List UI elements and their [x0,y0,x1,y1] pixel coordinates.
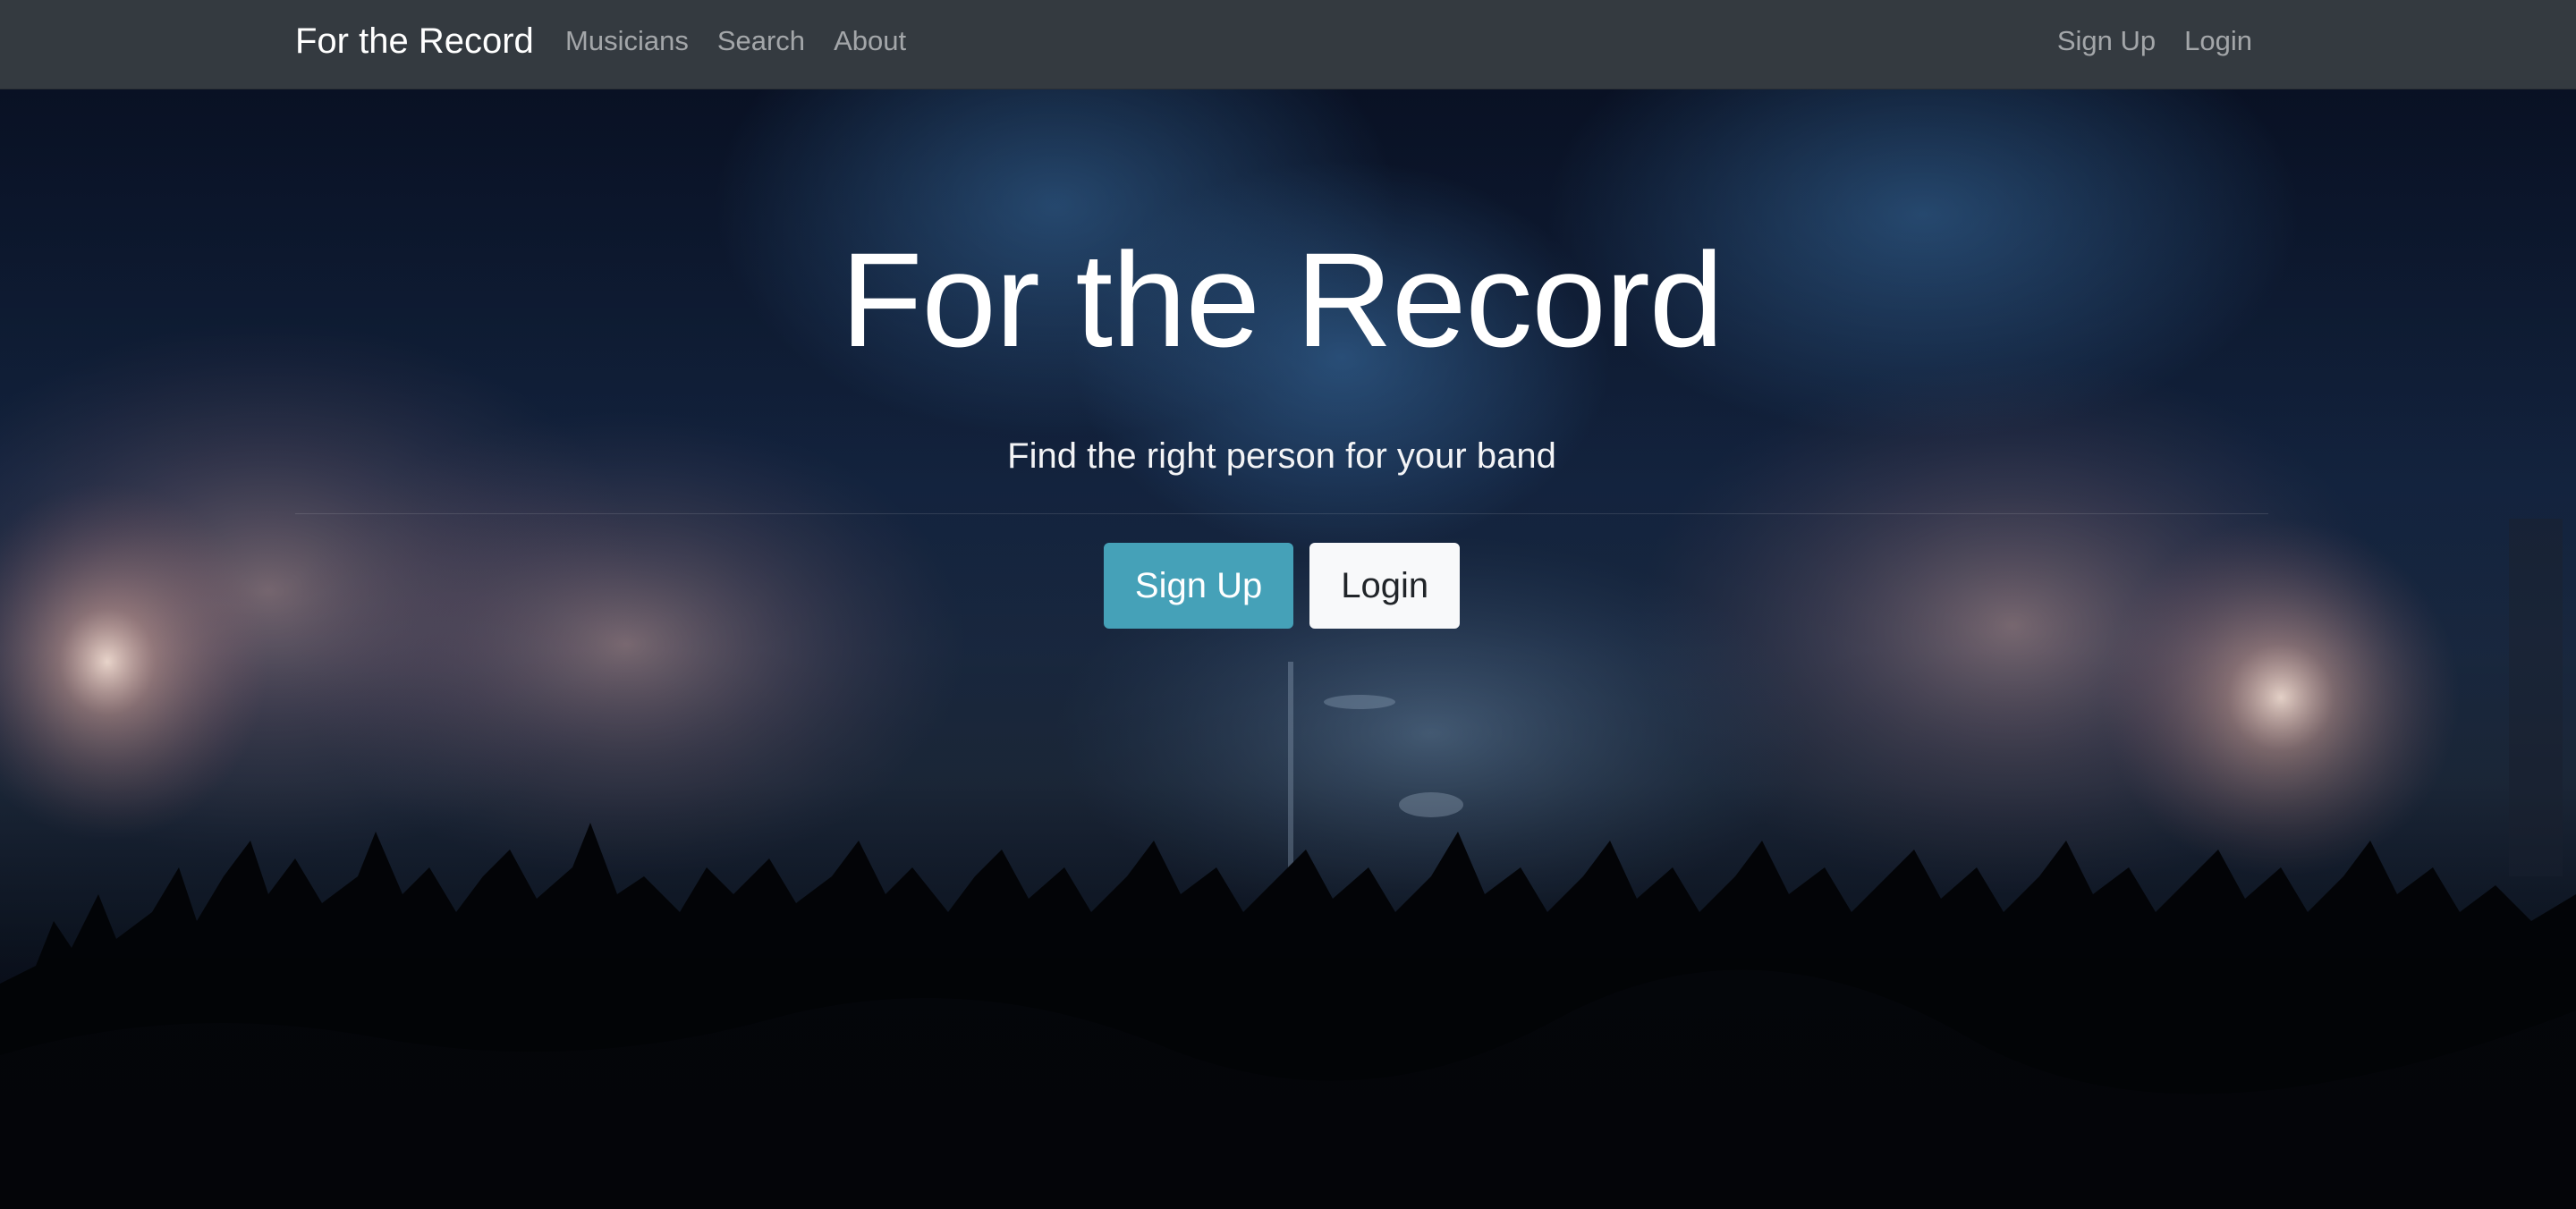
nav-link-search[interactable]: Search [703,0,819,89]
nav-link-login[interactable]: Login [2170,0,2267,89]
nav-link-musicians[interactable]: Musicians [551,0,703,89]
hero-tagline: Find the right person for your band [1007,436,1556,476]
login-button[interactable]: Login [1309,543,1461,629]
brand-link[interactable]: For the Record [295,0,534,89]
nav-link-about[interactable]: About [819,0,920,89]
hero-section: For the Record Find the right person for… [0,89,2576,1209]
nav-left-links: Musicians Search About [551,0,920,89]
top-navbar: For the Record Musicians Search About Si… [0,0,2576,89]
hero-buttons: Sign Up Login [295,543,2268,629]
nav-link-signup[interactable]: Sign Up [2043,0,2170,89]
hero-title: For the Record [840,224,1724,375]
signup-button[interactable]: Sign Up [1103,543,1294,629]
hero-divider [295,513,2268,514]
nav-right-links: Sign Up Login [2043,0,2267,89]
